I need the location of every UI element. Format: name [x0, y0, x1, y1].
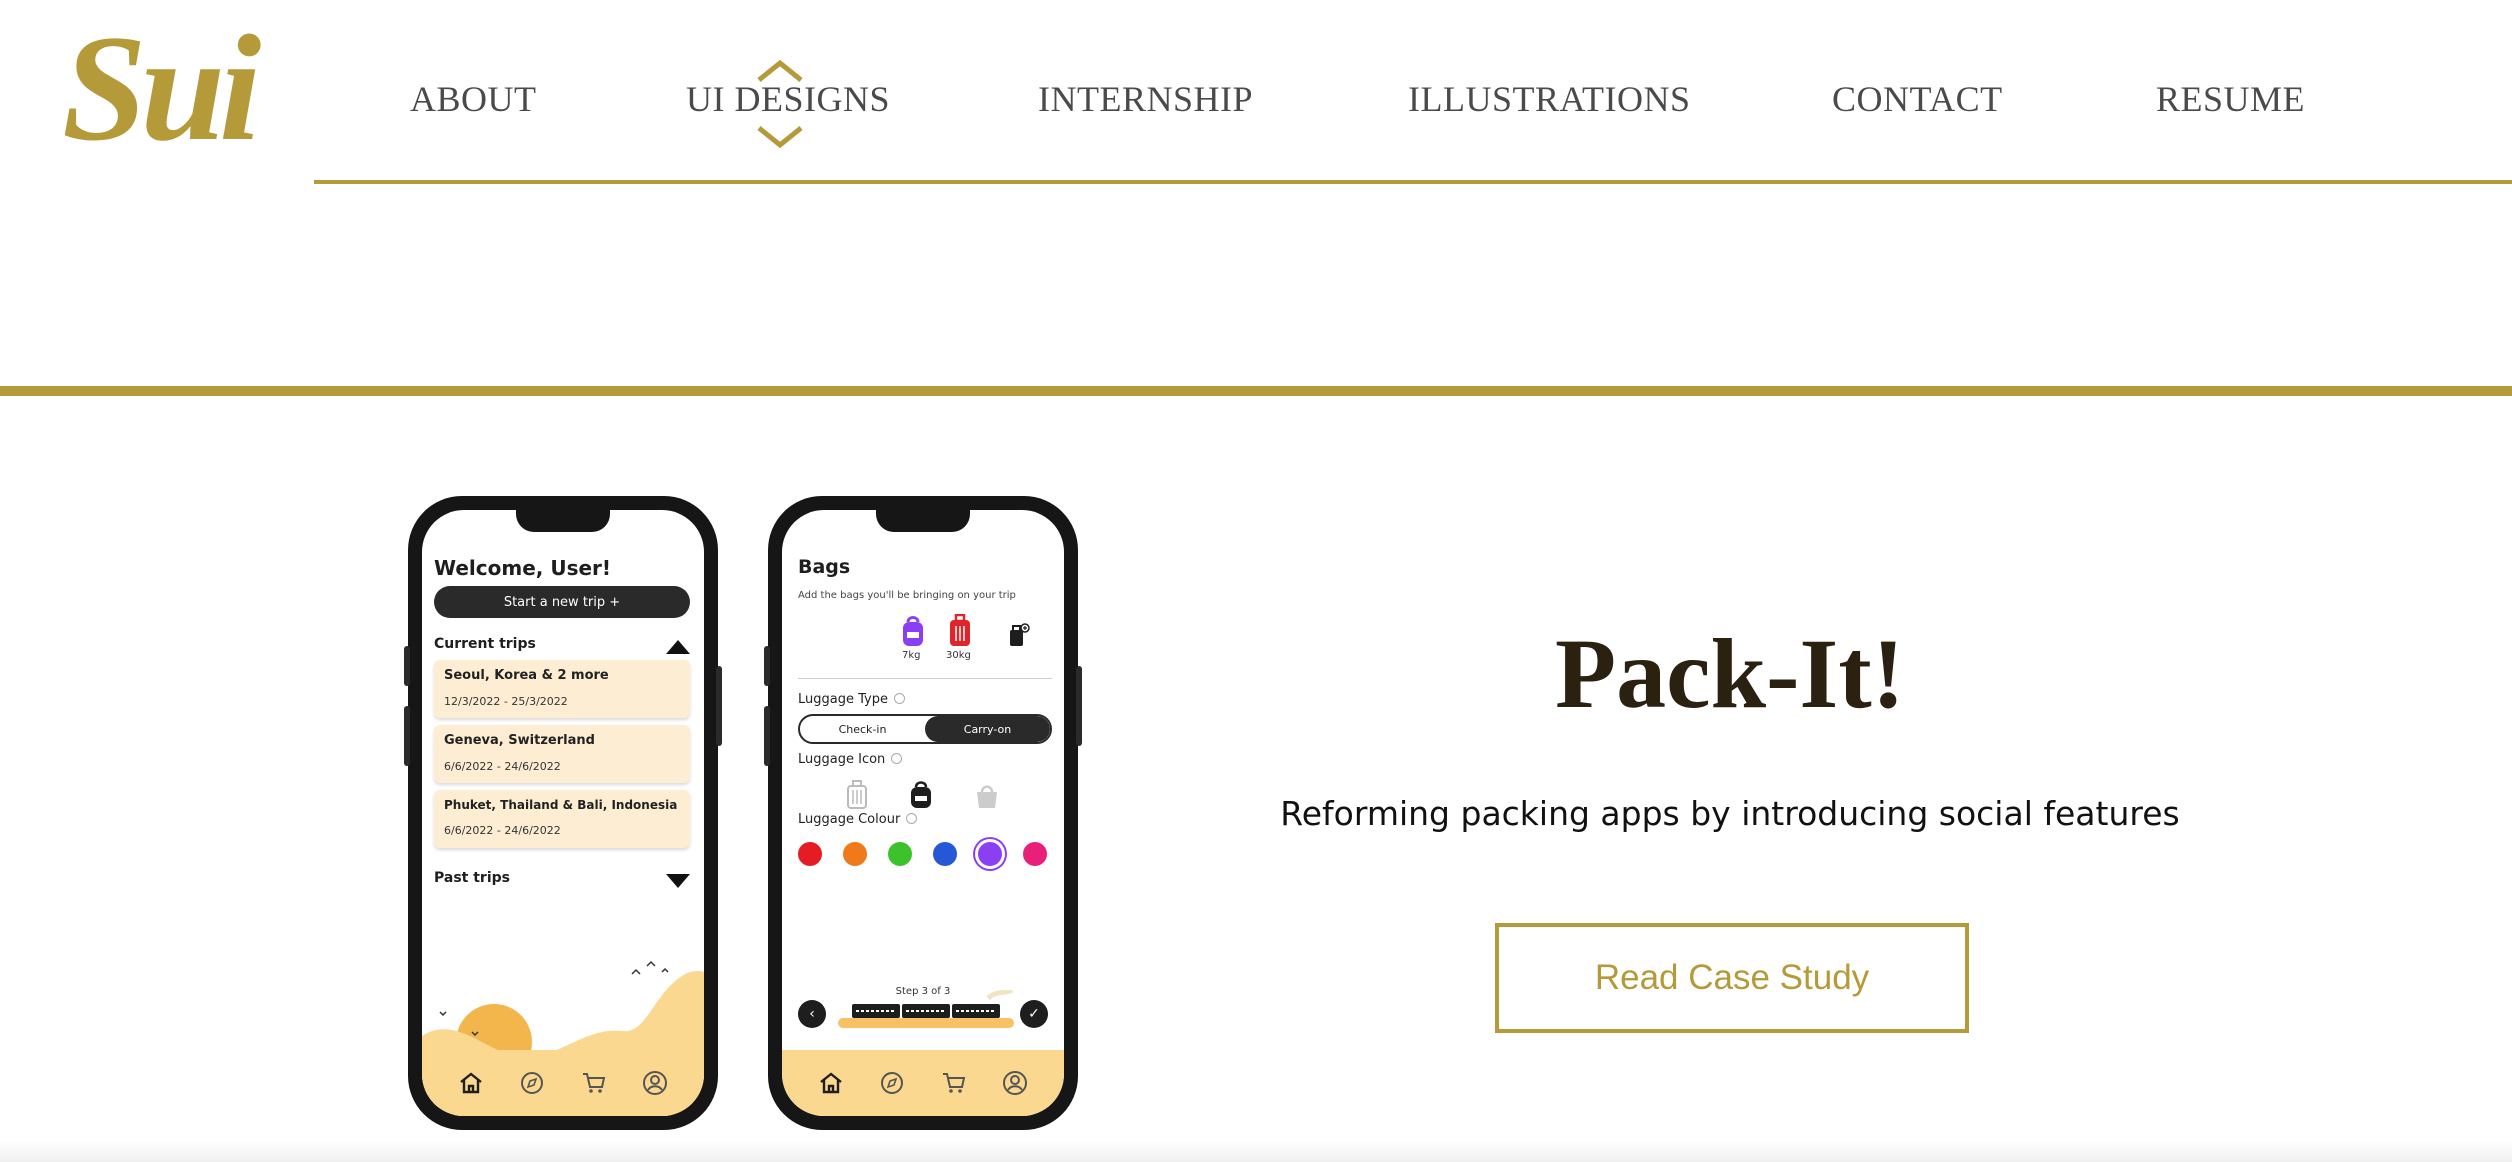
project-title: Pack-It! — [1555, 618, 1905, 729]
info-icon[interactable] — [891, 753, 903, 764]
bag-list — [782, 614, 1064, 670]
colour-swatch[interactable] — [843, 842, 867, 866]
bottom-tab-bar — [422, 1050, 704, 1116]
train-illustration — [838, 990, 1014, 1028]
collapse-triangle-icon[interactable] — [666, 640, 690, 654]
current-trips-label: Current trips — [434, 636, 536, 652]
bag-weight: 30kg — [946, 650, 971, 661]
colour-swatch[interactable] — [1023, 842, 1047, 866]
backpack-icon[interactable] — [900, 614, 926, 648]
profile-icon[interactable] — [641, 1069, 669, 1097]
past-trips-label: Past trips — [434, 870, 510, 886]
trip-name: Phuket, Thailand & Bali, Indonesia — [444, 798, 678, 812]
expand-triangle-icon[interactable] — [666, 874, 690, 888]
compass-icon[interactable] — [878, 1069, 906, 1097]
confirm-button[interactable]: ✓ — [1020, 1000, 1048, 1028]
phone-notch — [516, 510, 610, 532]
divider — [798, 678, 1052, 679]
phone-mockup-home: Welcome, User! Start a new trip + Curren… — [404, 496, 722, 1130]
trip-name: Seoul, Korea & 2 more — [444, 668, 609, 683]
nav-internship[interactable]: INTERNSHIP — [1038, 78, 1253, 120]
read-case-study-button[interactable]: Read Case Study — [1495, 923, 1969, 1033]
duffel-option-icon[interactable] — [974, 782, 1000, 810]
home-icon[interactable] — [817, 1069, 845, 1097]
active-nav-indicator-icon — [757, 60, 803, 148]
welcome-title: Welcome, User! — [434, 556, 612, 580]
colour-swatch[interactable] — [798, 842, 822, 866]
add-bag-icon[interactable] — [1008, 622, 1030, 648]
project-subtitle: Reforming packing apps by introducing so… — [1280, 794, 2180, 833]
backpack-option-icon[interactable] — [908, 780, 934, 810]
nav-about[interactable]: ABOUT — [410, 78, 537, 120]
nav-resume[interactable]: RESUME — [2156, 78, 2305, 120]
nav-contact[interactable]: CONTACT — [1832, 78, 2003, 120]
bags-subtitle: Add the bags you'll be bringing on your … — [798, 590, 1016, 601]
nav-underline — [314, 180, 2512, 184]
trip-dates: 6/6/2022 - 24/6/2022 — [444, 824, 561, 837]
suitcase-option-icon[interactable] — [846, 780, 868, 810]
bag-weight: 7kg — [902, 650, 921, 661]
info-icon[interactable] — [893, 693, 905, 704]
luggage-type-label: Luggage Type — [798, 692, 905, 707]
phone-screen-bags: Bags Add the bags you'll be bringing on … — [782, 510, 1064, 1116]
section-divider — [0, 386, 2512, 396]
trip-dates: 12/3/2022 - 25/3/2022 — [444, 695, 568, 708]
luggage-colour-label: Luggage Colour — [798, 812, 918, 827]
colour-swatch[interactable] — [888, 842, 912, 866]
trip-card[interactable]: Seoul, Korea & 2 more 12/3/2022 - 25/3/2… — [434, 660, 690, 718]
phone-notch — [876, 510, 970, 532]
luggage-type-toggle: Check-in Carry-on — [798, 714, 1052, 744]
phone-screen-home: Welcome, User! Start a new trip + Curren… — [422, 510, 704, 1116]
trip-card[interactable]: Phuket, Thailand & Bali, Indonesia 6/6/2… — [434, 790, 690, 848]
trip-dates: 6/6/2022 - 24/6/2022 — [444, 760, 561, 773]
compass-icon[interactable] — [518, 1069, 546, 1097]
back-button[interactable]: ‹ — [798, 1000, 826, 1028]
nav-illustrations[interactable]: ILLUSTRATIONS — [1408, 78, 1691, 120]
cart-icon[interactable] — [940, 1069, 968, 1097]
cart-icon[interactable] — [580, 1069, 608, 1097]
trip-name: Geneva, Switzerland — [444, 733, 595, 748]
home-icon[interactable] — [457, 1069, 485, 1097]
main-nav: ABOUT UI DESIGNS INTERNSHIP ILLUSTRATION… — [0, 60, 2512, 144]
info-icon[interactable] — [906, 813, 918, 824]
trip-card[interactable]: Geneva, Switzerland 6/6/2022 - 24/6/2022 — [434, 725, 690, 783]
colour-swatch[interactable] — [933, 842, 957, 866]
bags-title: Bags — [798, 556, 851, 578]
start-new-trip-button[interactable]: Start a new trip + — [434, 586, 690, 618]
phone-mockup-bags: Bags Add the bags you'll be bringing on … — [764, 496, 1082, 1130]
carryon-option[interactable]: Carry-on — [925, 716, 1050, 742]
suitcase-icon[interactable] — [948, 614, 972, 648]
profile-icon[interactable] — [1001, 1069, 1029, 1097]
luggage-icon-label: Luggage Icon — [798, 752, 903, 767]
bottom-tab-bar — [782, 1050, 1064, 1116]
colour-swatch[interactable] — [978, 842, 1002, 866]
bottom-shadow — [0, 1140, 2512, 1162]
checkin-option[interactable]: Check-in — [800, 716, 925, 742]
